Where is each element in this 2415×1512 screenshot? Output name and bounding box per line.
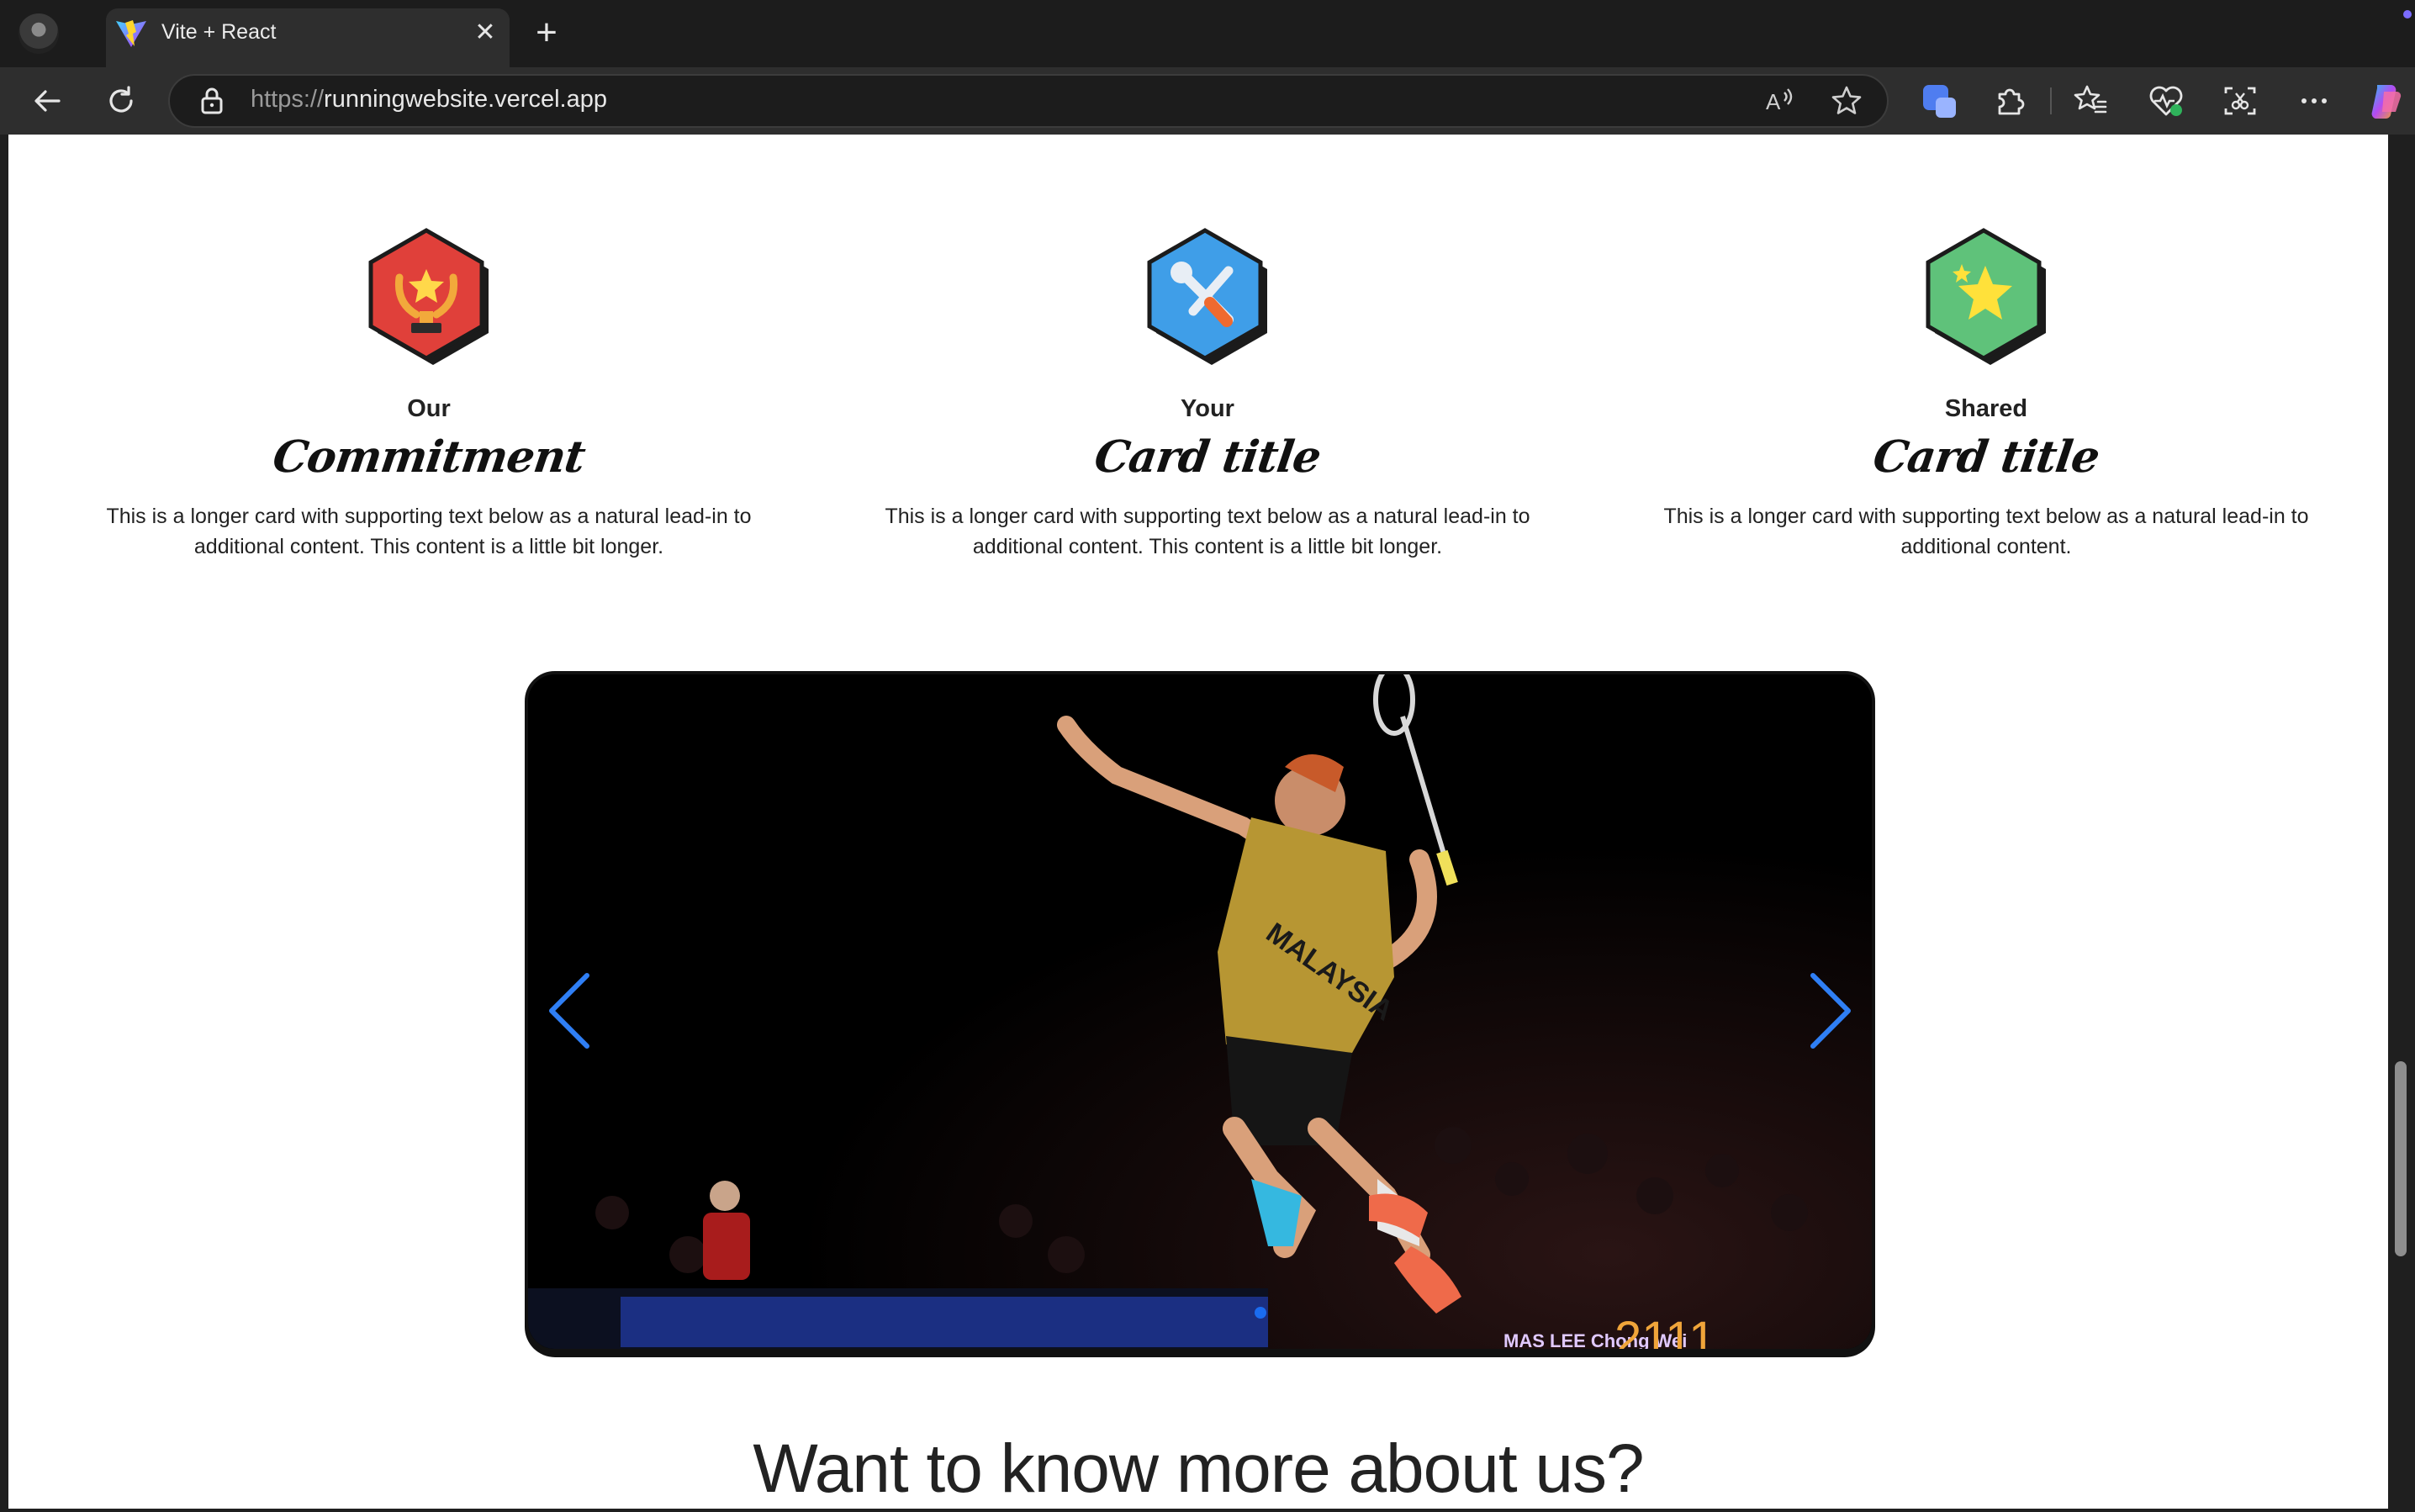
card-title: Card title <box>1091 431 1324 483</box>
carousel-indicator[interactable] <box>1255 1307 1266 1319</box>
page-scrollbar-thumb[interactable] <box>2395 1061 2407 1256</box>
read-aloud-icon: A <box>1766 88 1793 114</box>
profile-avatar[interactable] <box>18 13 59 54</box>
page-viewport: Our Commitment This is a longer card wit… <box>8 135 2388 1509</box>
extensions-button[interactable] <box>1991 82 2028 119</box>
url-text[interactable]: https://runningwebsite.vercel.app <box>251 86 607 114</box>
page-scrollbar-track[interactable] <box>2388 135 2415 1512</box>
favorite-star-icon <box>1831 86 1862 114</box>
tab-title: Vite + React <box>161 20 277 44</box>
slide-score: 2111 <box>1614 1312 1715 1352</box>
new-tab-button[interactable]: + <box>528 14 565 52</box>
browser-essentials-button[interactable] <box>2148 82 2185 119</box>
tools-hexagon-icon <box>1147 228 1267 365</box>
card-kicker: Our <box>407 395 451 422</box>
lock-icon[interactable] <box>198 87 225 115</box>
url-host: runningwebsite.vercel.app <box>324 86 607 113</box>
star-hexagon-icon <box>1926 228 2046 365</box>
extensions-icon <box>1998 88 2025 115</box>
tab-close-button[interactable]: ✕ <box>471 19 499 47</box>
favorite-button[interactable] <box>1830 84 1863 118</box>
browser-essentials-icon <box>2149 86 2183 116</box>
screenshot-button[interactable] <box>2222 82 2259 119</box>
url-scheme: https:// <box>251 86 325 113</box>
favorites-button[interactable] <box>2072 82 2109 119</box>
card-kicker: Your <box>1181 395 1234 422</box>
more-options-icon <box>2301 98 2327 103</box>
back-arrow-icon <box>34 90 61 112</box>
back-button[interactable] <box>27 81 67 121</box>
notification-dot <box>2403 10 2412 19</box>
reload-button[interactable] <box>101 81 141 121</box>
more-options-button[interactable] <box>2296 82 2333 119</box>
card-text: This is a longer card with supporting te… <box>106 505 752 558</box>
read-aloud-button[interactable]: A <box>1762 84 1796 118</box>
card-title: Commitment <box>269 431 589 483</box>
card-title: Card title <box>1869 431 2103 483</box>
vite-favicon-icon <box>116 20 146 47</box>
screenshot-icon <box>2224 87 2256 115</box>
copilot-app-icon <box>1923 85 1956 118</box>
copilot-icon <box>2371 84 2402 119</box>
carousel-prev-button[interactable] <box>540 969 599 1053</box>
feature-card-shared: Shared Card title This is a longer card … <box>1633 227 2339 562</box>
trophy-hexagon-icon <box>368 228 489 365</box>
card-text: This is a longer card with supporting te… <box>885 505 1530 558</box>
image-carousel[interactable]: MAS LEE Chong Wei 2111 MALAYSIA <box>525 671 1875 1352</box>
reload-icon <box>109 86 133 113</box>
favorites-icon <box>2074 85 2107 114</box>
card-text: This is a longer card with supporting te… <box>1663 505 2309 558</box>
carousel-next-button[interactable] <box>1801 969 1860 1053</box>
copilot-app-button[interactable] <box>1921 82 1958 119</box>
more-about-us-heading: Want to know more about us? <box>753 1430 1644 1507</box>
feature-card-commitment: Our Commitment This is a longer card wit… <box>76 227 782 562</box>
svg-text:A: A <box>1766 89 1781 114</box>
copilot-button[interactable] <box>2365 82 2405 119</box>
feature-card-your: Your Card title This is a longer card wi… <box>854 227 1561 562</box>
toolbar-separator <box>2050 87 2052 114</box>
card-kicker: Shared <box>1944 395 2028 422</box>
badminton-player-photo: MAS LEE Chong Wei 2111 MALAYSIA <box>528 674 1872 1352</box>
